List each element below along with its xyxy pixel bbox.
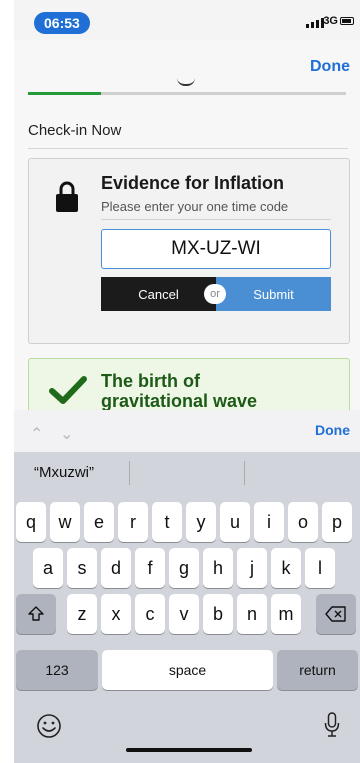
shift-icon bbox=[28, 606, 44, 621]
key-k[interactable]: k bbox=[271, 548, 301, 588]
emoji-icon[interactable] bbox=[36, 713, 62, 739]
backspace-key[interactable] bbox=[316, 594, 356, 634]
key-f[interactable]: f bbox=[135, 548, 165, 588]
progress-bar bbox=[28, 92, 346, 95]
lock-icon bbox=[56, 181, 78, 212]
submit-button[interactable]: Submit bbox=[216, 277, 331, 311]
card-title: Evidence for Inflation bbox=[101, 173, 285, 193]
battery-icon bbox=[340, 17, 354, 25]
next-item-title: The birth of gravitational wave bbox=[101, 371, 257, 411]
space-key[interactable]: space bbox=[102, 650, 273, 690]
card-subtitle: Please enter your one time code bbox=[101, 199, 289, 214]
chevron-down-icon[interactable]: ⌄ bbox=[60, 424, 73, 444]
backspace-icon bbox=[325, 606, 346, 622]
main-content: Check-in Now Evidence for Inflation Plea… bbox=[14, 96, 360, 428]
home-indicator bbox=[126, 748, 252, 752]
key-g[interactable]: g bbox=[169, 548, 199, 588]
suggestion-item[interactable] bbox=[245, 452, 360, 494]
numbers-key[interactable]: 123 bbox=[16, 650, 98, 690]
key-c[interactable]: c bbox=[135, 594, 165, 634]
suggestion-bar: “Mxuzwi” bbox=[14, 452, 360, 494]
web-nav-bar: Done bbox=[14, 40, 360, 96]
key-q[interactable]: q bbox=[16, 502, 46, 542]
done-button[interactable]: Done bbox=[310, 58, 350, 76]
key-s[interactable]: s bbox=[67, 548, 97, 588]
key-d[interactable]: d bbox=[101, 548, 131, 588]
progress-fill bbox=[28, 92, 102, 95]
subtitle-divider bbox=[101, 219, 331, 220]
key-j[interactable]: j bbox=[237, 548, 267, 588]
cancel-button[interactable]: Cancel bbox=[101, 277, 216, 311]
key-n[interactable]: n bbox=[237, 594, 267, 634]
key-x[interactable]: x bbox=[101, 594, 131, 634]
signal-strength-icon bbox=[306, 18, 324, 28]
checkmark-icon bbox=[49, 376, 87, 404]
section-title: Check-in Now bbox=[28, 122, 122, 139]
status-time: 06:53 bbox=[34, 12, 90, 34]
key-y[interactable]: y bbox=[186, 502, 216, 542]
key-r[interactable]: r bbox=[118, 502, 148, 542]
key-u[interactable]: u bbox=[220, 502, 250, 542]
return-key[interactable]: return bbox=[277, 650, 358, 690]
suggestion-item[interactable] bbox=[130, 452, 245, 494]
app-frame: 06:53 3G Done Check-in Now Evidence for … bbox=[14, 0, 360, 763]
network-type: 3G bbox=[323, 15, 338, 27]
drag-handle-icon[interactable] bbox=[177, 78, 195, 86]
key-z[interactable]: z bbox=[67, 594, 97, 634]
section-divider bbox=[28, 148, 348, 149]
key-p[interactable]: p bbox=[322, 502, 352, 542]
code-entry-card: Evidence for Inflation Please enter your… bbox=[28, 158, 350, 344]
key-h[interactable]: h bbox=[203, 548, 233, 588]
suggestion-item[interactable]: “Mxuzwi” bbox=[14, 452, 129, 494]
keyboard-done-button[interactable]: Done bbox=[315, 422, 350, 438]
keyboard: ⌃ ⌄ Done “Mxuzwi” q w e r t y u i o p a … bbox=[14, 410, 360, 763]
key-m[interactable]: m bbox=[271, 594, 301, 634]
key-e[interactable]: e bbox=[84, 502, 114, 542]
status-bar: 06:53 3G bbox=[14, 0, 360, 40]
action-buttons: Cancel Submit or bbox=[101, 277, 331, 311]
shift-key[interactable] bbox=[16, 594, 56, 634]
key-a[interactable]: a bbox=[33, 548, 63, 588]
key-o[interactable]: o bbox=[288, 502, 318, 542]
keyboard-toolbar: ⌃ ⌄ Done bbox=[14, 410, 360, 452]
or-badge: or bbox=[204, 284, 226, 304]
chevron-up-icon[interactable]: ⌃ bbox=[30, 424, 43, 444]
key-w[interactable]: w bbox=[50, 502, 80, 542]
next-item-title-line1: The birth of bbox=[101, 371, 200, 391]
microphone-icon[interactable] bbox=[324, 712, 340, 738]
key-i[interactable]: i bbox=[254, 502, 284, 542]
key-t[interactable]: t bbox=[152, 502, 182, 542]
code-input[interactable] bbox=[101, 229, 331, 269]
key-v[interactable]: v bbox=[169, 594, 199, 634]
next-item-title-line2: gravitational wave bbox=[101, 391, 258, 411]
key-l[interactable]: l bbox=[305, 548, 335, 588]
key-b[interactable]: b bbox=[203, 594, 233, 634]
